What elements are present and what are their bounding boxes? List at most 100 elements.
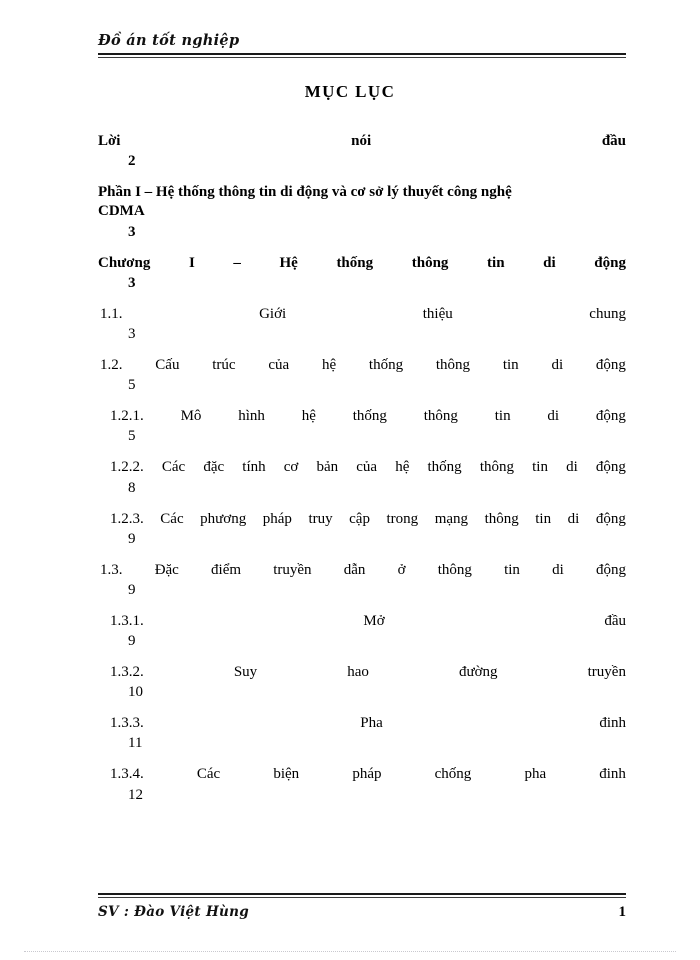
toc-entry-label: 1.2. Cấu trúc của hệ thống thông tin di động [100, 356, 626, 375]
toc-entry-word: cơ [283, 459, 299, 476]
toc-entry-word: ở [397, 561, 406, 578]
toc-entry[interactable]: 1.3.2. Suy hao đường truyền 10 [110, 663, 626, 703]
toc-entry-word: hình [238, 408, 265, 425]
toc-entry-label: Phần I – Hệ thống thông tin di động và c… [98, 183, 626, 221]
toc-entry[interactable]: Chương I – Hệ thống thông tin di động 3 [98, 254, 626, 294]
footer-row: SV : Đào Việt Hùng 1 [98, 904, 626, 921]
toc-entry-word: Đặc [154, 561, 179, 578]
toc-entry-word: hệ [301, 408, 316, 425]
toc-entry-word: nói [351, 133, 372, 149]
toc-entry-word: thống [352, 408, 387, 425]
toc-entry-page-number: 3 [128, 223, 136, 240]
toc-entry-word: hệ [321, 356, 337, 373]
toc-entry-page-number: 3 [128, 274, 136, 291]
toc-entry-label: 1.3.2. Suy hao đường truyền [110, 663, 626, 682]
toc-entry-word: 1.2.2. [110, 459, 144, 476]
toc-entry-word: tin [487, 254, 505, 271]
toc-entry-label: 1.2.1. Mô hình hệ thống thông tin di động [110, 407, 626, 426]
toc-entry-word: đặc [203, 459, 225, 476]
toc-entry-label: 1.3. Đặc điểm truyền dẫn ở thông tin di động [100, 561, 626, 580]
toc-entry-word: phương [200, 510, 247, 527]
page-footer: SV : Đào Việt Hùng 1 [98, 893, 626, 921]
toc-entry-word: thông [484, 510, 519, 527]
toc-entry-page-number: 10 [128, 684, 143, 701]
toc-entry[interactable]: 1.2. Cấu trúc của hệ thống thông tin di động 5 [100, 356, 626, 396]
toc-entry-word: tính [242, 459, 266, 476]
toc-entry[interactable]: 1.3.4. Các biện pháp chống pha đinh 12 [110, 765, 626, 805]
toc-entry-page-number: 3 [128, 325, 136, 342]
toc-entry-word: mạng [434, 510, 469, 527]
toc-entry[interactable]: 1.3.3. Pha đinh 11 [110, 714, 626, 754]
toc-entry-page-number: 9 [128, 530, 136, 547]
page-header: Đồ án tốt nghiệp [98, 32, 626, 58]
toc-entry-word: Giới [259, 305, 287, 322]
toc-entry-word: di [552, 561, 564, 578]
toc-entry-label: 1.3.1. Mở đầu [110, 612, 626, 631]
toc-entry-word: tin [502, 356, 519, 373]
toc-entry-word: động [595, 561, 626, 578]
document-page: Đồ án tốt nghiệp MỤC LỤC Lời nói đầu 2 Phần … [0, 0, 700, 960]
toc-entry-word: dẫn [343, 561, 366, 578]
toc-entry-word: 1.3.4. [110, 766, 144, 783]
toc-entry[interactable]: Lời nói đầu 2 [98, 132, 626, 172]
toc-entry[interactable]: 1.2.2. Các đặc tính cơ bản của hệ thống thông tin d… [110, 458, 626, 498]
toc-entry[interactable]: 1.2.3. Các phương pháp truy cập trong mạng thông… [110, 510, 626, 550]
toc-entry-word: hao [347, 664, 369, 681]
toc-entry-word: đường [459, 664, 498, 681]
toc-entry-word: Mở [363, 612, 385, 629]
toc-entry-line-segment: Phần I – Hệ thống thông tin di động và c… [98, 184, 512, 201]
toc-entry-word: đinh [599, 766, 626, 783]
toc-entry-word: Mô [180, 408, 202, 425]
toc-entry-word: Các [196, 766, 221, 783]
toc-entry-word: 1.1. [100, 305, 123, 322]
toc-entry-word: thống [336, 254, 374, 271]
toc-entry-word: cập [349, 510, 370, 527]
toc-entry-page-number: 9 [128, 581, 136, 598]
toc-entry-word: thống [427, 459, 462, 476]
toc-entry[interactable]: 1.1. Giới thiệu chung 3 [100, 305, 626, 345]
toc-entry-page-number: 11 [128, 735, 143, 752]
toc-entry-word: truyền [273, 561, 312, 578]
toc-entry-word: thông [437, 561, 472, 578]
toc-entry-page-number: 5 [128, 428, 136, 445]
footer-divider-rule [98, 893, 626, 898]
toc-entry-label: 1.1. Giới thiệu chung [100, 305, 626, 324]
toc-entry-label: 1.3.3. Pha đinh [110, 714, 626, 733]
toc-entry-page-number: 2 [128, 153, 136, 170]
toc-entry-word: 1.3.3. [110, 715, 144, 732]
footer-author-name: SV : Đào Việt Hùng [98, 903, 249, 920]
toc-entry[interactable]: 1.3.1. Mở đầu 9 [110, 612, 626, 652]
toc-entry-page-number: 9 [128, 633, 136, 650]
toc-entry-word: di [566, 459, 578, 476]
toc-entry-word: pháp [352, 766, 382, 783]
toc-entry-word: 1.2. [100, 356, 123, 373]
toc-entry-word: tin [504, 561, 520, 578]
toc-entry-word: động [595, 408, 626, 425]
toc-entry[interactable]: 1.3. Đặc điểm truyền dẫn ở thông tin di động 9 [100, 561, 626, 601]
toc-entry-word: động [595, 459, 626, 476]
page-title: MỤC LỤC [304, 82, 396, 101]
toc-entry-word: di [551, 356, 564, 373]
toc-entry-word: trúc [212, 356, 236, 373]
toc-entry[interactable]: 1.2.1. Mô hình hệ thống thông tin di động 5 [110, 407, 626, 447]
toc-entry-label: 1.2.3. Các phương pháp truy cập trong mạng thông… [110, 510, 626, 529]
toc-entry-word: pháp [262, 510, 292, 527]
toc-entry-word: đầu [604, 612, 626, 629]
toc-entry-word: động [594, 254, 626, 271]
toc-entry-word: Lời [98, 133, 121, 149]
toc-entry-word: Các [161, 459, 186, 476]
toc-entry-word: thông [423, 408, 458, 425]
toc-entry-label: Chương I – Hệ thống thông tin di động [98, 254, 626, 273]
toc-entry-word: Pha [360, 715, 383, 732]
toc-entry-word: 1.2.1. [110, 408, 144, 425]
toc-entry-word: trong [386, 510, 419, 527]
toc-entry-word: tin [535, 510, 552, 527]
toc-entry-word: đinh [599, 715, 626, 732]
toc-entry-word: chung [589, 305, 626, 322]
toc-entry-word: thông [435, 356, 471, 373]
toc-entry[interactable]: Phần I – Hệ thống thông tin di động và c… [98, 183, 626, 242]
toc-entry-page-number: 5 [128, 377, 136, 394]
toc-entry-word: Chương [98, 254, 151, 271]
toc-entry-word: Hệ [279, 254, 298, 271]
toc-entry-word: bản [316, 459, 339, 476]
